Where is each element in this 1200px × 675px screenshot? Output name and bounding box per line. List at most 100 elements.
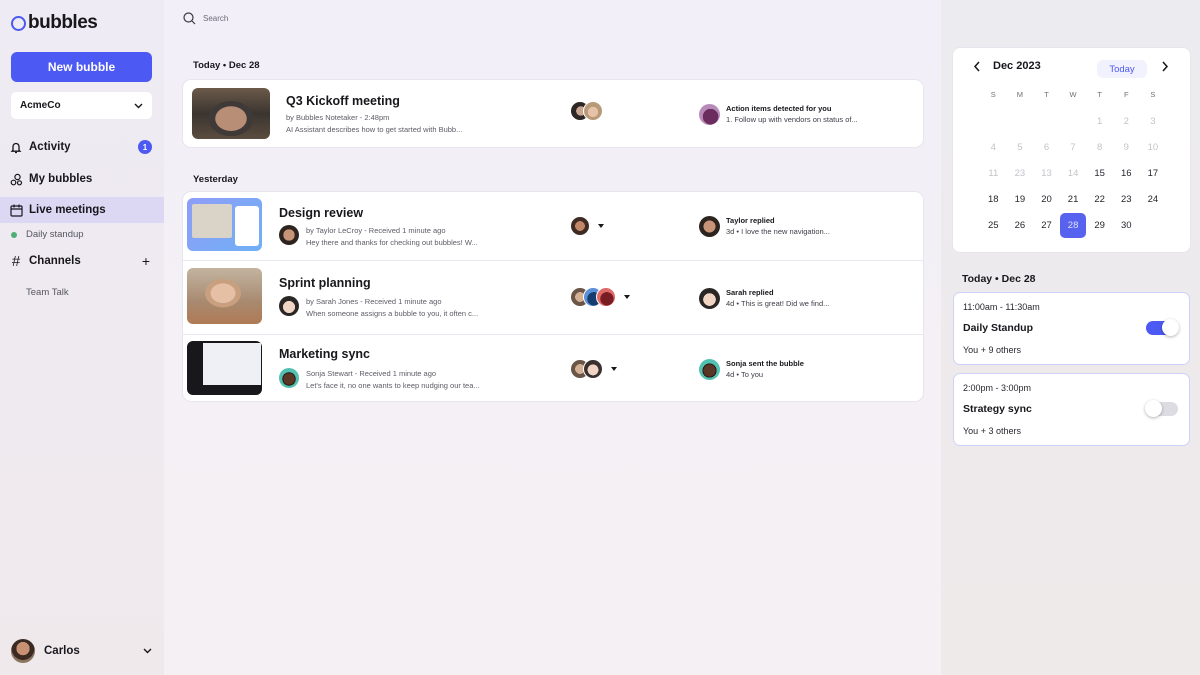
calendar-day[interactable]: 15 [1086,168,1113,194]
day-number: 5 [1017,142,1023,153]
org-select[interactable]: AcmeCo [11,92,152,119]
sidebar-item-activity[interactable]: Activity 1 [0,134,164,160]
event-card[interactable]: 11:00am - 11:30am Daily Standup You + 9 … [953,292,1190,365]
participants[interactable] [570,216,604,236]
day-number: 27 [1041,220,1052,231]
bubble-author: by Sarah Jones - Received 1 minute ago [306,297,442,306]
sidebar-item-live-meetings[interactable]: Live meetings [0,197,164,223]
bubble-title: Sprint planning [279,276,371,290]
chevron-right-icon[interactable] [1161,61,1169,72]
activity-title: Taylor replied [726,216,775,225]
bubble-preview: Let's face it, no one wants to keep nudg… [306,381,480,390]
calendar-day[interactable]: 1 [1086,116,1113,142]
day-number: 23 [1120,194,1132,205]
calendar-day[interactable]: 3 [1140,116,1167,142]
bubble-activity[interactable]: Sarah replied 4d • This is great! Did we… [699,287,829,310]
live-meeting-daily-standup[interactable]: Daily standup [11,229,84,240]
new-bubble-button[interactable]: New bubble [11,52,152,82]
bubbles-icon [9,173,23,186]
calendar-day[interactable]: 9 [1113,142,1140,168]
activity-title: Sarah replied [726,288,774,297]
calendar-day[interactable]: 27 [1033,220,1060,246]
day-number: 22 [1094,194,1105,205]
calendar-day[interactable]: 7 [1060,142,1087,168]
calendar-day[interactable]: 5 [1007,142,1034,168]
calendar-day[interactable]: 23 [1007,168,1034,194]
day-number: 8 [1097,142,1103,153]
calendar-day[interactable]: 19 [1007,194,1034,220]
event-toggle[interactable] [1145,400,1178,417]
user-avatar [11,639,35,663]
calendar-day[interactable]: 30 [1113,220,1140,246]
participants[interactable] [570,359,617,379]
empty-day [980,116,1007,142]
chevron-left-icon[interactable] [973,61,981,72]
participant-avatar [583,101,603,121]
calendar-grid: S M T W T F S 1 2 3 4 5 6 7 8 9 10 11 23 13 14 15 16 17 18 19 20 21… [980,90,1166,246]
bubble-activity[interactable]: Sonja sent the bubble 4d • To you [699,358,804,381]
calendar-day[interactable]: 23 [1113,194,1140,220]
event-card[interactable]: 2:00pm - 3:00pm Strategy sync You + 3 ot… [953,373,1190,446]
bubble-row[interactable]: Marketing sync Sonja Stewart - Received … [183,335,923,401]
channel-team-talk[interactable]: Team Talk [26,287,69,298]
calendar-day[interactable]: 29 [1086,220,1113,246]
search-bar[interactable]: Search [183,12,228,25]
calendar-day[interactable]: 8 [1086,142,1113,168]
bubble-row[interactable]: Q3 Kickoff meeting by Bubbles Notetaker … [183,80,923,147]
weekday-label: T [1044,90,1049,99]
bubble-activity[interactable]: Action items detected for you 1. Follow … [699,103,858,126]
chevron-down-icon [143,648,152,654]
calendar-day[interactable]: 17 [1140,168,1167,194]
sidebar-item-my-bubbles[interactable]: My bubbles [0,166,164,192]
caret-down-icon[interactable] [624,295,630,299]
search-icon [183,12,196,25]
event-toggle[interactable] [1146,319,1179,336]
empty-day [1060,116,1087,142]
calendar-day[interactable]: 14 [1060,168,1087,194]
calendar-day[interactable]: 6 [1033,142,1060,168]
calendar-day[interactable]: 26 [1007,220,1034,246]
bubble-thumbnail [187,341,262,395]
calendar-day[interactable]: 24 [1140,194,1167,220]
calendar-day[interactable]: 25 [980,220,1007,246]
bubble-preview: When someone assigns a bubble to you, it… [306,309,479,318]
participants[interactable] [570,101,603,121]
bubble-meta: by Bubbles Notetaker - 2:48pm AI Assista… [286,112,462,136]
today-button[interactable]: Today [1097,60,1147,78]
calendar-day[interactable]: 4 [980,142,1007,168]
today-bubbles-list: Q3 Kickoff meeting by Bubbles Notetaker … [183,80,923,147]
calendar-day[interactable]: 20 [1033,194,1060,220]
day-number: 4 [990,142,996,153]
app-logo[interactable]: bubbles [11,12,98,34]
day-number: 26 [1014,220,1026,231]
add-channel-icon[interactable]: + [142,253,150,269]
replier-avatar [699,288,720,309]
activity-count-badge: 1 [138,140,152,154]
day-number: 7 [1070,142,1076,153]
calendar-day[interactable]: 10 [1140,142,1167,168]
bubble-row[interactable]: Sprint planning by Sarah Jones - Receive… [183,261,923,335]
sidebar: bubbles New bubble AcmeCo Activity 1 My … [0,0,164,675]
bubble-thumbnail [192,88,270,139]
participant-avatar [583,359,603,379]
calendar-day[interactable]: 22 [1086,194,1113,220]
participants[interactable] [570,287,630,307]
calendar-day[interactable]: 2 [1113,116,1140,142]
bubble-activity[interactable]: Taylor replied 3d • I love the new navig… [699,215,830,238]
calendar-day[interactable]: 18 [980,194,1007,220]
event-name: Strategy sync [963,403,1032,415]
user-menu[interactable]: Carlos [11,639,156,663]
caret-down-icon[interactable] [598,224,604,228]
calendar-day[interactable]: 13 [1033,168,1060,194]
weekday-label: S [990,90,996,99]
calendar-day[interactable]: 11 [980,168,1007,194]
calendar-day[interactable]: 16 [1113,168,1140,194]
sidebar-item-channels[interactable]: # Channels + [0,248,164,274]
bubble-row[interactable]: Design review by Taylor LeCroy - Receive… [183,192,923,261]
app-name: bubbles [28,12,98,33]
calendar-day[interactable]: 28 [1060,213,1087,246]
day-number: 13 [1041,168,1052,179]
caret-down-icon[interactable] [611,367,617,371]
yesterday-section-title: Yesterday [193,174,238,185]
activity-preview: 1. Follow up with vendors on status of..… [726,115,858,124]
